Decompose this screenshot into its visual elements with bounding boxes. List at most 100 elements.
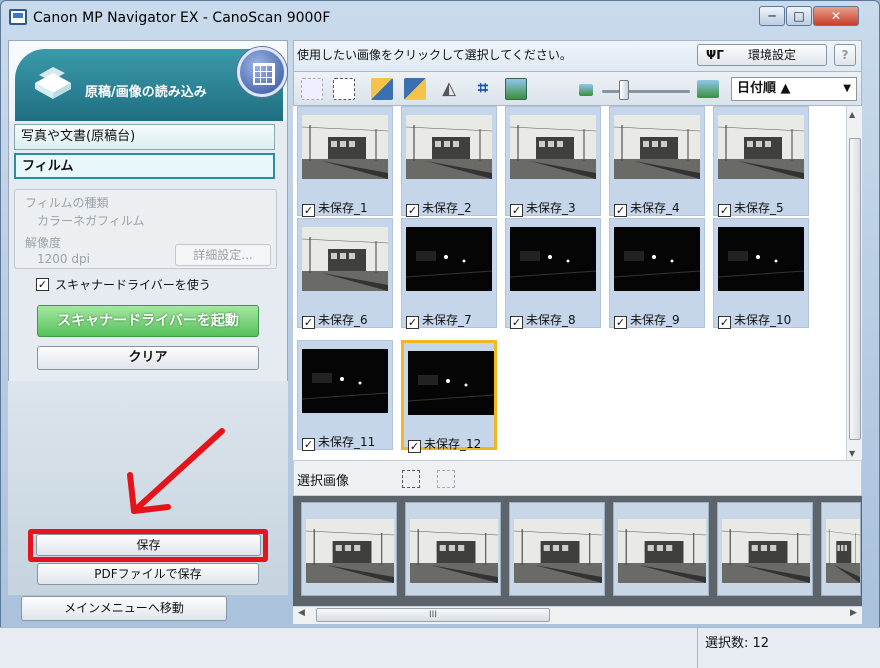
sort-value: 日付順 ▲ (737, 81, 791, 96)
resolution-value: 1200 dpi (37, 252, 90, 266)
selected-thumbnail-image (410, 519, 498, 583)
main-menu-button[interactable]: メインメニューへ移動 (21, 596, 227, 621)
selected-thumbnail[interactable] (613, 502, 709, 596)
thumbnail-checkbox[interactable]: ✓ (510, 204, 523, 217)
mode-switch-button[interactable] (237, 47, 287, 97)
thumbnail-checkbox[interactable]: ✓ (408, 440, 421, 453)
selected-images-label: 選択画像 (297, 474, 350, 489)
thumbnail-checkbox[interactable]: ✓ (302, 438, 315, 451)
horizontal-scroll-thumb[interactable]: III (316, 608, 550, 622)
crop-icon[interactable]: ⌗ (472, 78, 494, 100)
selected-images-strip (293, 496, 862, 606)
thumbnail-label: ✓ 未保存_4 (614, 199, 680, 217)
status-separator (697, 627, 698, 668)
thumbnail-image (718, 227, 804, 291)
scroll-right-icon[interactable]: ▶ (850, 608, 857, 618)
thumbnail-item[interactable]: ✓ 未保存_4 (609, 106, 705, 217)
zoom-slider-track[interactable] (602, 90, 690, 93)
thumbnail-label: ✓ 未保存_3 (510, 199, 576, 217)
chevron-down-icon: ▼ (843, 83, 851, 94)
left-panel-header: 原稿/画像の読み込み (9, 41, 287, 121)
thumbnail-item[interactable]: ✓ 未保存_11 (297, 340, 393, 451)
film-type-label: フィルムの種類 (25, 196, 109, 210)
selected-thumbnail[interactable] (717, 502, 813, 596)
zoom-slider-thumb[interactable] (619, 80, 629, 100)
select-all-icon[interactable] (301, 78, 323, 100)
window-title: Canon MP Navigator EX - CanoScan 9000F (33, 10, 331, 26)
selected-thumbnail[interactable] (301, 502, 397, 596)
thumbnail-item[interactable]: ✓ 未保存_1 (297, 106, 393, 217)
vertical-scroll-thumb[interactable] (849, 138, 861, 440)
thumbnail-checkbox[interactable]: ✓ (614, 204, 627, 217)
thumbnail-name: 未保存_10 (734, 313, 792, 327)
thumbnail-checkbox[interactable]: ✓ (614, 316, 627, 329)
selected-count: 選択数: 12 (705, 636, 770, 651)
thumbnail-item[interactable]: ✓ 未保存_7 (401, 218, 497, 329)
thumbnail-image (302, 115, 388, 179)
help-button[interactable]: ? (834, 44, 856, 66)
image-info-icon[interactable] (505, 78, 527, 100)
use-driver-checkbox[interactable]: ✓ (36, 278, 49, 291)
annotation-arrow (127, 428, 225, 514)
thumbnail-label: ✓ 未保存_10 (718, 311, 791, 329)
launch-driver-button[interactable]: スキャナードライバーを起動 (37, 305, 259, 337)
thumbnail-name: 未保存_7 (422, 313, 472, 327)
thumbnail-image (614, 115, 700, 179)
minimize-button[interactable]: ─ (759, 6, 785, 26)
scan-mode-title: 原稿/画像の読み込み (85, 85, 207, 100)
thumbnail-checkbox[interactable]: ✓ (718, 204, 731, 217)
film-settings-group: フィルムの種類 カラーネガフィルム 解像度 1200 dpi 詳細設定... (14, 189, 277, 269)
source-option-film[interactable]: フィルム (14, 153, 275, 179)
thumbnail-item[interactable]: ✓ 未保存_6 (297, 218, 393, 329)
save-pdf-button[interactable]: PDFファイルで保存 (37, 563, 259, 585)
thumbnail-checkbox[interactable]: ✓ (406, 316, 419, 329)
thumbnail-name: 未保存_5 (734, 201, 784, 215)
thumbnail-item[interactable]: ✓ 未保存_9 (609, 218, 705, 329)
select-all-strip-icon[interactable] (402, 470, 420, 488)
selected-thumbnail[interactable] (509, 502, 605, 596)
thumbnail-name: 未保存_9 (630, 313, 680, 327)
selected-thumbnail-image (514, 519, 602, 583)
thumbnail-item[interactable]: ✓ 未保存_5 (713, 106, 809, 217)
thumbnail-image (406, 227, 492, 291)
thumbnail-name: 未保存_2 (422, 201, 472, 215)
thumbnail-item[interactable]: ✓ 未保存_2 (401, 106, 497, 217)
scroll-down-icon[interactable]: ▼ (849, 449, 855, 458)
maximize-button[interactable]: □ (786, 6, 812, 26)
clear-button[interactable]: クリア (37, 346, 259, 370)
thumbnail-name: 未保存_12 (424, 437, 482, 451)
scroll-left-icon[interactable]: ◀ (298, 608, 305, 618)
thumbnail-image (718, 115, 804, 179)
sort-select[interactable]: 日付順 ▲ ▼ (731, 77, 857, 101)
thumbnail-item[interactable]: ✓ 未保存_12 (401, 340, 497, 453)
rotate-left-icon[interactable] (371, 78, 393, 100)
thumbnail-name: 未保存_8 (526, 313, 576, 327)
thumbnail-name: 未保存_6 (318, 313, 368, 327)
thumbnail-item[interactable]: ✓ 未保存_3 (505, 106, 601, 217)
scroll-up-icon[interactable]: ▲ (849, 110, 855, 119)
thumbnail-image (614, 227, 700, 291)
thumbnail-checkbox[interactable]: ✓ (302, 204, 315, 217)
selected-thumbnail[interactable] (405, 502, 501, 596)
thumbnail-item[interactable]: ✓ 未保存_10 (713, 218, 809, 329)
preferences-button[interactable]: ΨΓ 環境設定 (697, 44, 827, 66)
thumbnail-checkbox[interactable]: ✓ (718, 316, 731, 329)
thumbnail-item[interactable]: ✓ 未保存_8 (505, 218, 601, 329)
use-driver-label: スキャナードライバーを使う (55, 278, 211, 292)
close-button[interactable]: ✕ (813, 6, 859, 26)
detail-settings-button[interactable]: 詳細設定... (175, 244, 271, 266)
selected-thumbnail[interactable] (821, 502, 861, 596)
thumbnail-checkbox[interactable]: ✓ (510, 316, 523, 329)
source-option-platen[interactable]: 写真や文書(原稿台) (14, 124, 275, 150)
thumbnail-label: ✓ 未保存_7 (406, 311, 472, 329)
deselect-strip-icon[interactable] (437, 470, 455, 488)
scanner-icon (35, 67, 71, 99)
flip-icon[interactable]: ◭ (438, 78, 460, 100)
rotate-right-icon[interactable] (404, 78, 426, 100)
thumbnail-checkbox[interactable]: ✓ (302, 316, 315, 329)
deselect-icon[interactable] (333, 78, 355, 100)
thumbnail-name: 未保存_4 (630, 201, 680, 215)
thumbnail-name: 未保存_1 (318, 201, 368, 215)
thumbnail-checkbox[interactable]: ✓ (406, 204, 419, 217)
thumbnail-image (406, 115, 492, 179)
